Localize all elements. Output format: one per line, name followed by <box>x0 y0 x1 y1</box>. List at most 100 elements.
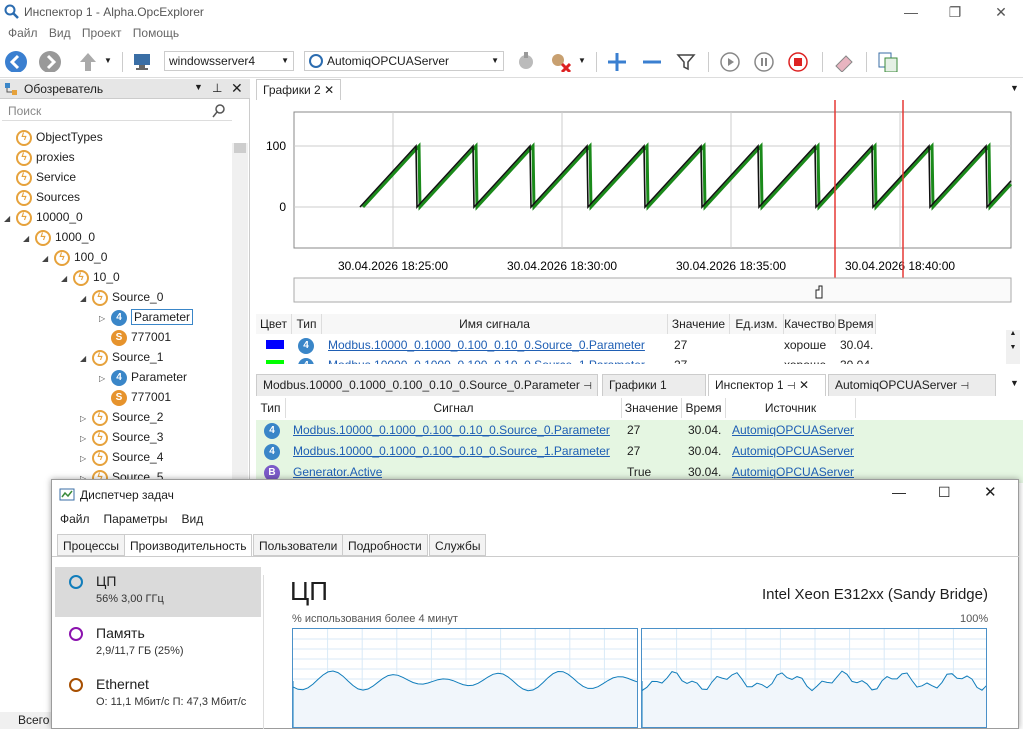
tree-item[interactable]: ▷ 4 Parameter <box>99 367 187 387</box>
tree-item[interactable]: S 777001 <box>99 387 171 407</box>
chart-area[interactable]: 100 0 30.04.2026 18:25:00 30.04.2026 18:30:… <box>256 81 1023 312</box>
signal-link[interactable]: Modbus.10000_0.1000_0.100_0.10_0.Source_… <box>328 336 645 354</box>
tab-pin-icon[interactable]: ⊣ <box>787 381 796 392</box>
tree-item[interactable]: ◢ ϟ 100_0 <box>42 247 107 267</box>
col-time[interactable]: Время <box>682 398 726 418</box>
tab-menu-icon[interactable]: ▼ <box>1010 83 1019 93</box>
tree-item[interactable]: ϟ Sources <box>4 187 80 207</box>
col-type[interactable]: Тип <box>292 314 322 334</box>
tree-item[interactable]: ◢ ϟ 10000_0 <box>4 207 83 227</box>
tm-menu-file[interactable]: Файл <box>60 512 90 526</box>
expand-toggle-icon[interactable]: ▷ <box>80 449 92 469</box>
color-swatch[interactable] <box>266 340 284 349</box>
up-dropdown-icon[interactable]: ▼ <box>104 56 112 65</box>
tree-item[interactable]: ▷ ϟ Source_4 <box>80 447 163 467</box>
signal-link[interactable]: Modbus.10000_0.1000_0.100_0.10_0.Source_… <box>293 421 610 439</box>
expand-toggle-icon[interactable]: ◢ <box>61 269 73 289</box>
stop-icon[interactable] <box>786 50 810 72</box>
source-link[interactable]: AutomiqOPCUAServer <box>732 442 854 460</box>
tree-item[interactable]: ◢ ϟ 10_0 <box>61 267 120 287</box>
tree-item[interactable]: ◢ ϟ Source_1 <box>80 347 163 367</box>
remove-icon[interactable] <box>640 50 664 72</box>
source-link[interactable]: AutomiqOPCUAServer <box>732 421 854 439</box>
opc-server-combo[interactable]: AutomiqOPCUAServer ▼ <box>304 51 504 71</box>
col-time[interactable]: Время <box>836 314 876 334</box>
tree-item[interactable]: ϟ ObjectTypes <box>4 127 103 147</box>
color-swatch[interactable] <box>266 360 284 364</box>
taskmgr-maximize-button[interactable]: ☐ <box>938 484 951 501</box>
signal-link[interactable]: Modbus.10000_0.1000_0.100_0.10_0.Source_… <box>293 442 610 460</box>
expand-toggle-icon[interactable]: ◢ <box>23 229 35 249</box>
tree-item[interactable]: ϟ proxies <box>4 147 75 167</box>
tab-processes[interactable]: Процессы <box>57 534 126 556</box>
resource-memory[interactable]: Память 2,9/11,7 ГБ (25%) <box>55 619 261 669</box>
col-signal[interactable]: Сигнал <box>286 398 622 418</box>
tab-pin-icon[interactable]: ⊣ <box>583 381 592 392</box>
tree-item[interactable]: ▷ ϟ Source_2 <box>80 407 163 427</box>
tm-menu-options[interactable]: Параметры <box>104 512 168 526</box>
taskmgr-close-button[interactable]: ✕ <box>984 483 997 501</box>
tab-charts-2[interactable]: Графики 2 ✕ <box>256 79 342 101</box>
col-type[interactable]: Тип <box>256 398 286 418</box>
tab-users[interactable]: Пользователи <box>253 534 344 556</box>
menu-project[interactable]: Проект <box>78 24 126 42</box>
tab-close-icon[interactable]: ✕ <box>324 83 334 97</box>
minimize-button[interactable]: — <box>896 3 926 21</box>
expand-toggle-icon[interactable]: ▷ <box>99 369 111 389</box>
computer-icon[interactable] <box>130 50 154 72</box>
chart-svg[interactable]: 100 0 30.04.2026 18:25:00 30.04.2026 18:30:… <box>256 81 1023 312</box>
tree-item[interactable]: S 777001 <box>99 327 171 347</box>
tab-signal-parameter[interactable]: Modbus.10000_0.1000_0.100_0.10_0.Source_… <box>256 374 598 396</box>
tab-inspector-1[interactable]: Инспектор 1 ⊣ ✕ <box>708 374 826 396</box>
tab-services[interactable]: Службы <box>429 534 487 556</box>
table-row[interactable]: 4 Modbus.10000_0.1000_0.100_0.10_0.Sourc… <box>256 420 1023 441</box>
col-signal-name[interactable]: Имя сигнала <box>322 314 668 334</box>
disconnect-icon[interactable] <box>548 50 572 72</box>
explorer-close-icon[interactable]: ✕ <box>231 80 243 97</box>
tree-item[interactable]: ▷ 4 Parameter <box>99 307 194 329</box>
col-quality[interactable]: Качество <box>784 314 836 334</box>
restore-button[interactable]: ❐ <box>940 3 970 21</box>
tab-close-icon[interactable]: ✕ <box>799 378 809 392</box>
expand-toggle-icon[interactable]: ▷ <box>80 409 92 429</box>
pause-icon[interactable] <box>752 50 776 72</box>
tree-item[interactable]: ϟ Service <box>4 167 76 187</box>
col-color[interactable]: Цвет <box>256 314 292 334</box>
up-icon[interactable] <box>76 50 100 72</box>
signal-link[interactable]: Modbus.10000_0.1000_0.100_0.10_0.Source_… <box>328 356 645 364</box>
close-button[interactable]: ✕ <box>986 3 1016 21</box>
back-icon[interactable] <box>4 50 28 72</box>
expand-toggle-icon[interactable]: ▷ <box>80 429 92 449</box>
expand-toggle-icon[interactable]: ◢ <box>42 249 54 269</box>
tab-opcua-server[interactable]: AutomiqOPCUAServer ⊣ <box>828 374 996 396</box>
expand-toggle-icon[interactable]: ◢ <box>80 289 92 309</box>
tab-performance[interactable]: Производительность <box>124 534 253 556</box>
col-unit[interactable]: Ед.изм. <box>730 314 784 334</box>
copy-icon[interactable] <box>876 50 900 72</box>
menu-help[interactable]: Помощь <box>129 24 183 42</box>
tab-details[interactable]: Подробности <box>342 534 428 556</box>
tab-pin-icon[interactable]: ⊣ <box>960 381 969 392</box>
tree-item[interactable]: ◢ ϟ 1000_0 <box>23 227 95 247</box>
tm-menu-view[interactable]: Вид <box>181 512 203 526</box>
disconnect-dropdown-icon[interactable]: ▼ <box>578 56 586 65</box>
explorer-menu-icon[interactable]: ▼ <box>194 82 203 92</box>
pin-icon[interactable]: ⊥ <box>212 81 222 95</box>
connect-icon[interactable] <box>514 50 538 72</box>
expand-toggle-icon[interactable]: ▷ <box>99 309 111 329</box>
expand-toggle-icon[interactable]: ◢ <box>80 349 92 369</box>
signal-scrollbar[interactable]: ▲ ▼ <box>1006 330 1020 364</box>
expand-toggle-icon[interactable]: ◢ <box>4 209 16 229</box>
eraser-icon[interactable] <box>832 50 856 72</box>
play-icon[interactable] <box>718 50 742 72</box>
resource-ethernet[interactable]: Ethernet О: 11,1 Мбит/с П: 47,3 Мбит/с <box>55 670 261 720</box>
tree-item[interactable]: ◢ ϟ Source_0 <box>80 287 163 307</box>
col-value[interactable]: Значение <box>668 314 730 334</box>
taskmgr-minimize-button[interactable]: — <box>892 484 906 500</box>
tab-charts-1[interactable]: Графики 1 <box>602 374 706 396</box>
col-value[interactable]: Значение <box>622 398 682 418</box>
resource-cpu[interactable]: ЦП 56% 3,00 ГГц <box>55 567 261 617</box>
search-input[interactable]: Поиск <box>2 101 232 121</box>
filter-icon[interactable] <box>674 50 698 72</box>
tree-item[interactable]: ▷ ϟ Source_3 <box>80 427 163 447</box>
